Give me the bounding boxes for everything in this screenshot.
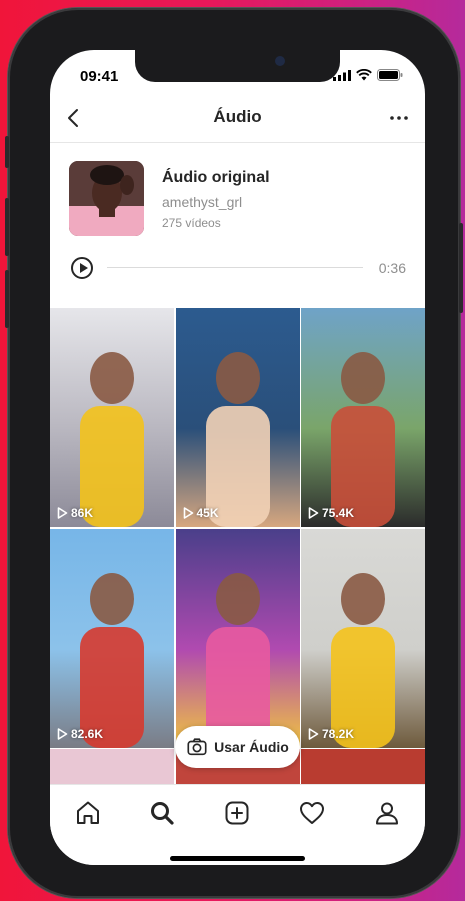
video-thumbnail[interactable] — [50, 749, 174, 784]
notch — [135, 50, 340, 82]
home-icon[interactable] — [74, 799, 102, 827]
thumbnail-figure — [205, 352, 270, 527]
thumbnail-figure — [331, 352, 395, 527]
view-count: 45K — [183, 506, 219, 520]
use-audio-label: Usar Áudio — [214, 739, 289, 755]
play-outline-icon — [183, 507, 193, 519]
video-grid: 86K 45K 75.4K 82.6K 78.2K — [50, 308, 425, 784]
play-outline-icon — [308, 727, 319, 740]
thumbnail-figure — [80, 352, 144, 527]
battery-icon — [377, 69, 403, 81]
view-count: 75.4K — [308, 506, 354, 520]
audio-cover-image[interactable] — [69, 161, 144, 236]
heart-icon[interactable] — [298, 799, 326, 827]
camera-icon — [187, 738, 207, 756]
phone-frame: 09:41 Áudio Áudio original amethyst_grl … — [5, 8, 463, 898]
front-camera — [275, 56, 285, 66]
view-count: 82.6K — [57, 727, 103, 741]
screen: 09:41 Áudio Áudio original amethyst_grl … — [50, 50, 425, 865]
video-thumbnail[interactable]: 78.2K — [301, 528, 425, 748]
view-count-label: 78.2K — [322, 726, 355, 741]
profile-icon[interactable] — [373, 799, 401, 827]
more-horizontal-icon[interactable] — [387, 106, 411, 130]
search-icon[interactable] — [148, 799, 176, 827]
view-count: 86K — [57, 506, 93, 520]
thumbnail-figure — [80, 572, 144, 748]
mute-switch — [5, 136, 9, 168]
video-thumbnail[interactable]: 75.4K — [301, 308, 425, 527]
wifi-icon — [356, 69, 372, 81]
tab-bar — [50, 784, 425, 865]
audio-username[interactable]: amethyst_grl — [162, 194, 242, 210]
video-thumbnail[interactable]: 86K — [50, 308, 174, 527]
status-icons — [333, 69, 403, 81]
use-audio-button[interactable]: Usar Áudio — [175, 726, 300, 768]
video-thumbnail[interactable]: 82.6K — [50, 528, 174, 748]
audio-info: Áudio original amethyst_grl 275 vídeos 0… — [50, 143, 425, 308]
video-count: 275 vídeos — [162, 216, 221, 230]
view-count: 78.2K — [308, 727, 354, 741]
play-outline-icon — [57, 507, 68, 519]
page-title: Áudio — [213, 107, 262, 126]
header: Áudio — [50, 94, 425, 143]
volume-up-button — [5, 198, 9, 256]
create-icon[interactable] — [223, 799, 251, 827]
audio-progress-bar[interactable] — [107, 267, 363, 268]
play-outline-icon — [308, 507, 319, 519]
thumbnail-figure — [205, 572, 270, 748]
status-time: 09:41 — [80, 68, 119, 85]
view-count-label: 86K — [71, 506, 94, 520]
view-count-label: 82.6K — [71, 726, 104, 741]
audio-duration: 0:36 — [378, 260, 406, 276]
home-indicator — [170, 856, 305, 861]
view-count-label: 45K — [196, 506, 219, 520]
view-count-label: 75.4K — [322, 506, 355, 520]
video-thumbnail[interactable] — [175, 528, 300, 748]
power-button — [459, 223, 463, 313]
thumbnail-figure — [331, 572, 395, 748]
audio-title: Áudio original — [162, 169, 270, 186]
video-thumbnail[interactable] — [301, 749, 425, 784]
cover-art — [69, 161, 144, 236]
volume-down-button — [5, 270, 9, 328]
play-icon[interactable] — [71, 257, 93, 279]
video-thumbnail[interactable]: 45K — [175, 308, 300, 527]
play-outline-icon — [57, 727, 68, 740]
